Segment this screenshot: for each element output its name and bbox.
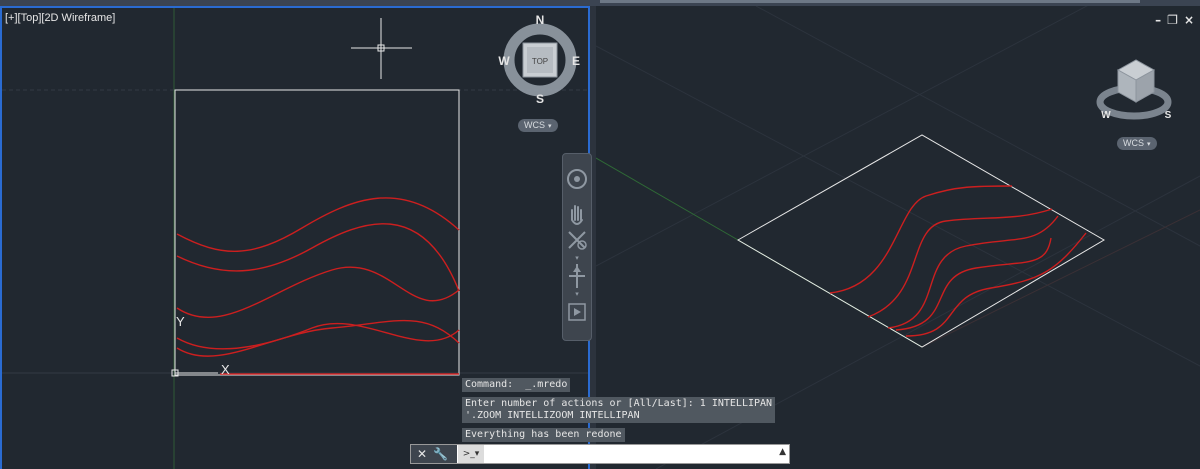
wcs-menu-right[interactable]: WCS ▾ <box>1117 137 1157 150</box>
command-history-line-2: Enter number of actions or [All/Last]: 1… <box>462 397 776 423</box>
curve-1[interactable] <box>176 197 460 252</box>
close-icon[interactable]: ✕ <box>417 447 427 461</box>
svg-text:▾: ▾ <box>575 290 579 298</box>
compass-n: N <box>536 13 545 27</box>
minimize-icon[interactable]: – <box>1155 14 1161 26</box>
command-history-line-1: Command: _.mredo <box>462 378 571 392</box>
wcs-label: WCS <box>1123 138 1144 148</box>
command-input[interactable] <box>487 446 781 463</box>
command-prompt-icon[interactable]: >_▾ <box>458 445 484 463</box>
viewport-window-controls: – ❐ × <box>1155 14 1194 26</box>
boundary-plane[interactable] <box>736 134 1105 348</box>
ucs-icon: Y X <box>171 314 230 377</box>
viewcube-3d[interactable]: W S <box>1096 59 1172 121</box>
navigation-bar: ▾ ▾ <box>562 153 592 341</box>
zoom-extents-icon[interactable] <box>568 231 587 250</box>
chevron-down-icon: ▾ <box>548 123 552 130</box>
iso-curve-3[interactable] <box>887 215 1059 329</box>
compass-s: S <box>536 92 544 106</box>
wcs-label: WCS <box>524 120 545 130</box>
iso-curve-1[interactable] <box>829 185 1013 294</box>
viewport-label[interactable]: [+][Top][2D Wireframe] <box>5 12 115 24</box>
pan-icon[interactable] <box>571 205 583 225</box>
chevron-up-icon[interactable]: ▲ <box>779 447 786 457</box>
showmotion-icon[interactable] <box>568 303 586 321</box>
compass-e: E <box>572 54 580 68</box>
viewcube-compass[interactable]: TOP N S W E <box>498 13 580 106</box>
wrench-icon[interactable]: 🔧 <box>433 447 448 461</box>
chevron-down-icon: ▾ <box>1147 141 1151 148</box>
crosshair-cursor-icon <box>351 18 412 79</box>
restore-icon[interactable]: ❐ <box>1167 14 1178 26</box>
command-line: ✕ 🔧 >_▾ ▲ <box>410 444 790 464</box>
viewcube-face-top: TOP <box>532 57 548 66</box>
close-icon[interactable]: × <box>1184 14 1194 26</box>
svg-text:▾: ▾ <box>575 254 579 262</box>
command-history-line-3: Everything has been redone <box>462 428 625 442</box>
curve-4[interactable] <box>176 322 460 350</box>
wcs-menu-left[interactable]: WCS ▾ <box>518 119 558 132</box>
iso-curve-5[interactable] <box>905 232 1087 337</box>
ucs-x-label: X <box>221 362 230 377</box>
compass-3d-s: S <box>1165 110 1172 121</box>
orbit-icon[interactable] <box>569 264 585 288</box>
ucs-y-label: Y <box>176 314 185 329</box>
curve-3[interactable] <box>176 266 460 319</box>
compass-w: W <box>498 54 510 68</box>
iso-curve-2[interactable] <box>867 208 1053 318</box>
compass-3d-w: W <box>1101 110 1111 121</box>
curve-2[interactable] <box>176 223 460 292</box>
steering-wheel-icon[interactable] <box>567 169 587 189</box>
